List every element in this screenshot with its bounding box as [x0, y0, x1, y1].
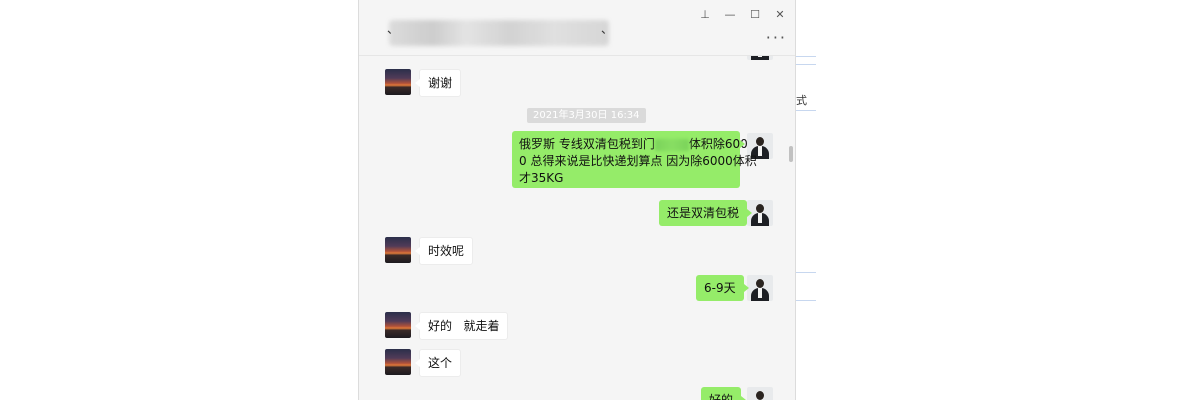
- message-bubble-incoming[interactable]: 时效呢: [414, 237, 474, 265]
- chat-title-mark: 、: [387, 22, 400, 36]
- background-text: 式: [796, 94, 807, 107]
- redacted-text: [654, 138, 689, 151]
- message-text: 0 总得来说是比快递划算点 因为除6000体积: [519, 154, 757, 168]
- message-list[interactable]: 谢谢 2021年3月30日 16:34 俄罗斯 专线双清包税到门 体积除600 0…: [359, 0, 795, 400]
- message-bubble-outgoing[interactable]: 好的: [701, 387, 747, 400]
- contact-avatar[interactable]: [385, 349, 411, 375]
- chat-title-redacted: [389, 20, 609, 46]
- message-text: 才35KG: [519, 171, 564, 185]
- message-text: 俄罗斯 专线双清包税到门: [519, 137, 655, 151]
- message-bubble-outgoing[interactable]: 还是双清包税: [659, 200, 753, 226]
- message-text: 体积除600: [688, 137, 748, 151]
- background-divider: [796, 300, 816, 301]
- more-icon[interactable]: ···: [766, 28, 787, 47]
- message-bubble-outgoing[interactable]: 6-9天: [696, 275, 749, 301]
- contact-avatar[interactable]: [385, 237, 411, 263]
- message-bubble-outgoing[interactable]: 俄罗斯 专线双清包税到门 体积除600 0 总得来说是比快递划算点 因为除6000…: [512, 131, 757, 188]
- message-bubble-incoming[interactable]: 这个: [414, 349, 462, 377]
- message-bubble-incoming[interactable]: 谢谢: [414, 69, 462, 97]
- close-icon[interactable]: ✕: [771, 8, 789, 22]
- chat-window: 谢谢 2021年3月30日 16:34 俄罗斯 专线双清包税到门 体积除600 0…: [358, 0, 796, 400]
- background-divider: [796, 64, 816, 65]
- maximize-icon[interactable]: ☐: [746, 8, 764, 22]
- scrollbar-thumb[interactable]: [789, 146, 793, 162]
- background-divider: [796, 272, 816, 273]
- message-bubble-incoming[interactable]: 好的 就走着: [414, 312, 509, 340]
- chat-title-mark: 、: [601, 22, 614, 36]
- background-divider: [796, 110, 816, 111]
- background-divider: [796, 56, 816, 57]
- contact-avatar[interactable]: [385, 69, 411, 95]
- message-timestamp: 2021年3月30日 16:34: [527, 108, 646, 123]
- minimize-icon[interactable]: —: [721, 8, 739, 22]
- my-avatar[interactable]: [747, 387, 773, 400]
- desktop: 式 谢谢 2021年3月30日 16:34 俄罗斯 专线双清包税到门 体积除600…: [0, 0, 1200, 400]
- pin-icon[interactable]: ⊥: [696, 8, 714, 22]
- contact-avatar[interactable]: [385, 312, 411, 338]
- title-bar: 、 、 ⊥ — ☐ ✕ ···: [359, 0, 795, 56]
- my-avatar[interactable]: [747, 275, 773, 301]
- background-app: 式: [796, 0, 816, 400]
